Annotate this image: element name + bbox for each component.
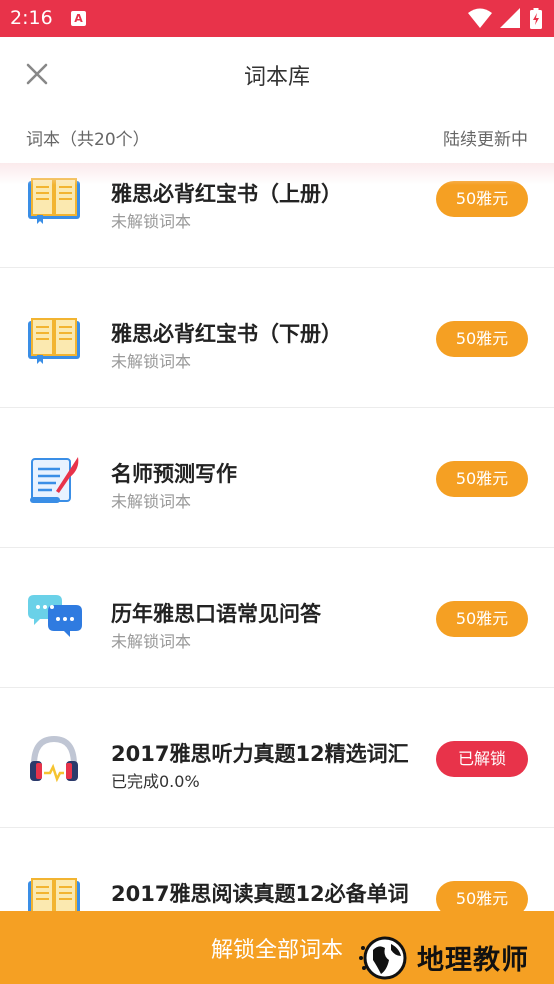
battery-icon — [530, 8, 542, 29]
book-icon — [26, 871, 82, 911]
wordbook-list[interactable]: 雅思必背红宝书（上册） 未解锁词本 50雅元 雅思必背红宝书（下册） 未解锁词本 50雅元… — [0, 163, 554, 911]
wordbook-row[interactable]: 2017雅思阅读真题12必备单词未解锁词本50雅元 — [0, 828, 554, 911]
unlock-price-button[interactable]: 50雅元 — [436, 881, 528, 911]
wordbook-status: 未解锁词本 — [111, 492, 192, 511]
wordbook-status: 未解锁词本 — [111, 352, 192, 371]
wordbook-title: 雅思必背红宝书（下册） — [111, 322, 342, 346]
wifi-icon — [468, 8, 492, 28]
status-bar: 2:16 A — [0, 0, 554, 37]
wordbook-count: 词本（共20个） — [26, 130, 150, 150]
book-icon — [26, 311, 82, 367]
wordbook-status: 未解锁词本 — [111, 212, 192, 231]
page-title: 词本库 — [243, 65, 310, 90]
watermark-text: 地理教师 — [417, 945, 529, 976]
watermark: 地理教师 — [355, 930, 554, 984]
globe-logo-icon — [359, 936, 407, 980]
unlock-price-button[interactable]: 50雅元 — [436, 181, 528, 217]
unlock-price-button[interactable]: 50雅元 — [436, 321, 528, 357]
unlock-price-button[interactable]: 50雅元 — [436, 601, 528, 637]
wordbook-row[interactable]: 名师预测写作未解锁词本 50雅元 — [0, 408, 554, 548]
unlock-price-button[interactable]: 50雅元 — [436, 461, 528, 497]
app-bar: 词本库 — [0, 37, 554, 111]
wordbook-title: 名师预测写作 — [111, 462, 237, 486]
wordbook-title: 2017雅思阅读真题12必备单词 — [111, 882, 409, 906]
headphones-icon — [26, 731, 82, 787]
status-time: 2:16 — [10, 7, 53, 29]
unlocked-badge[interactable]: 已解锁 — [436, 741, 528, 777]
chat-icon — [26, 591, 82, 647]
list-top-fade — [0, 163, 554, 185]
wordbook-title: 历年雅思口语常见问答 — [111, 602, 321, 626]
wordbook-title: 2017雅思听力真题12精选词汇 — [111, 742, 409, 766]
wordbook-row[interactable]: 历年雅思口语常见问答未解锁词本 50雅元 — [0, 548, 554, 688]
wordbook-row[interactable]: 2017雅思听力真题12精选词汇已完成0.0% 已解锁 — [0, 688, 554, 828]
wordbook-row[interactable]: 雅思必背红宝书（下册） 未解锁词本 50雅元 — [0, 268, 554, 408]
notification-icon: A — [71, 11, 86, 26]
update-note: 陆续更新中 — [443, 130, 528, 150]
wordbook-status: 已完成0.0% — [111, 772, 200, 791]
writing-icon — [26, 451, 82, 507]
wordbook-status: 未解锁词本 — [111, 632, 192, 651]
list-subheader: 词本（共20个） 陆续更新中 — [0, 111, 554, 163]
signal-icon — [500, 8, 520, 28]
